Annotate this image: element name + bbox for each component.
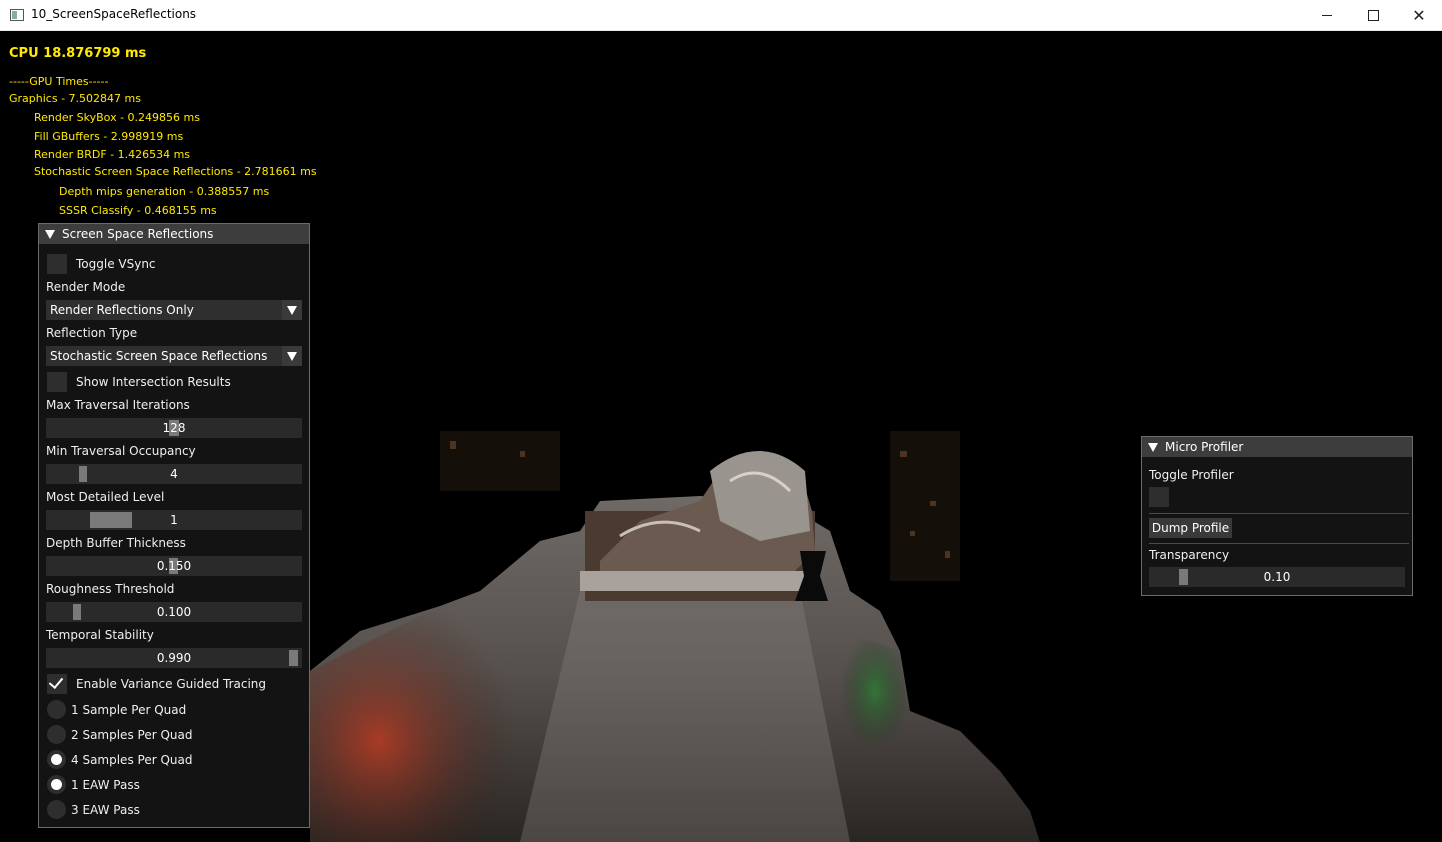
close-button[interactable]: ✕ bbox=[1396, 0, 1442, 31]
variance-guided-checkbox[interactable] bbox=[47, 673, 67, 694]
transparency-slider[interactable]: 0.10 bbox=[1149, 567, 1405, 587]
roughness-threshold-label: Roughness Threshold bbox=[46, 582, 175, 596]
render-viewport[interactable]: CPU 18.876799 ms -----GPU Times----- Gra… bbox=[0, 31, 1442, 842]
max-traversal-value: 128 bbox=[162, 421, 186, 435]
temporal-stability-label: Temporal Stability bbox=[46, 628, 154, 642]
gpu-time-graphics: Graphics - 7.502847 ms bbox=[9, 92, 141, 105]
collapse-triangle-icon bbox=[1148, 442, 1158, 452]
depth-thickness-value: 0.150 bbox=[156, 559, 192, 573]
transparency-label: Transparency bbox=[1149, 548, 1230, 562]
radio-4-samples[interactable] bbox=[47, 750, 66, 769]
toggle-profiler-label: Toggle Profiler bbox=[1149, 468, 1234, 482]
profiler-panel-header[interactable]: Micro Profiler bbox=[1142, 437, 1412, 457]
ssr-panel-title: Screen Space Reflections bbox=[62, 227, 214, 241]
dropdown-arrow-icon[interactable] bbox=[282, 346, 302, 366]
radio-3-eaw-pass[interactable] bbox=[47, 800, 66, 819]
radio-1-eaw-pass[interactable] bbox=[47, 775, 66, 794]
radio-4-samples-label: 4 Samples Per Quad bbox=[71, 753, 193, 767]
micro-profiler-panel: Micro Profiler Toggle Profiler Dump Prof… bbox=[1141, 436, 1413, 596]
profiler-panel-title: Micro Profiler bbox=[1165, 440, 1244, 454]
radio-1-sample-label: 1 Sample Per Quad bbox=[71, 703, 187, 717]
transparency-value: 0.10 bbox=[1263, 570, 1291, 584]
radio-2-samples-label: 2 Samples Per Quad bbox=[71, 728, 193, 742]
reflection-type-label: Reflection Type bbox=[46, 326, 138, 340]
ssr-panel-header[interactable]: Screen Space Reflections bbox=[39, 224, 309, 244]
radio-3-eaw-pass-label: 3 EAW Pass bbox=[71, 803, 140, 817]
toggle-vsync-label: Toggle VSync bbox=[76, 257, 156, 271]
variance-guided-label: Enable Variance Guided Tracing bbox=[76, 677, 267, 691]
depth-thickness-slider[interactable]: 0.150 bbox=[46, 556, 302, 576]
window-title: 10_ScreenSpaceReflections bbox=[31, 7, 197, 21]
gpu-time-gbuffers: Fill GBuffers - 2.998919 ms bbox=[34, 130, 184, 143]
min-occupancy-value: 4 bbox=[170, 467, 178, 481]
gpu-time-sssr-classify: SSSR Classify - 0.468155 ms bbox=[59, 204, 217, 217]
show-intersection-checkbox[interactable] bbox=[47, 372, 67, 392]
separator bbox=[1149, 513, 1409, 514]
toggle-vsync-checkbox[interactable] bbox=[47, 254, 67, 274]
max-traversal-label: Max Traversal Iterations bbox=[46, 398, 190, 412]
show-intersection-label: Show Intersection Results bbox=[76, 375, 231, 389]
min-occupancy-slider[interactable]: 4 bbox=[46, 464, 302, 484]
reflection-type-value: Stochastic Screen Space Reflections bbox=[50, 349, 268, 363]
radio-1-sample[interactable] bbox=[47, 700, 66, 719]
cpu-time-text: CPU 18.876799 ms bbox=[9, 46, 147, 61]
minimize-button[interactable] bbox=[1304, 0, 1350, 31]
separator bbox=[1149, 543, 1409, 544]
gpu-time-sssr: Stochastic Screen Space Reflections - 2.… bbox=[34, 165, 317, 178]
roughness-threshold-value: 0.100 bbox=[156, 605, 192, 619]
detailed-level-label: Most Detailed Level bbox=[46, 490, 165, 504]
collapse-triangle-icon bbox=[45, 229, 55, 239]
maximize-button[interactable] bbox=[1350, 0, 1396, 31]
ssr-settings-panel: Screen Space Reflections Toggle VSync Re… bbox=[38, 223, 310, 828]
gpu-times-header: -----GPU Times----- bbox=[9, 75, 109, 88]
min-occupancy-label: Min Traversal Occupancy bbox=[46, 444, 196, 458]
dump-profile-button[interactable]: Dump Profile bbox=[1149, 518, 1232, 538]
temporal-stability-slider[interactable]: 0.990 bbox=[46, 648, 302, 668]
roughness-threshold-slider[interactable]: 0.100 bbox=[46, 602, 302, 622]
detailed-level-value: 1 bbox=[170, 513, 178, 527]
temporal-stability-value: 0.990 bbox=[156, 651, 192, 665]
reflection-type-dropdown[interactable]: Stochastic Screen Space Reflections bbox=[46, 346, 302, 366]
gpu-time-brdf: Render BRDF - 1.426534 ms bbox=[34, 148, 191, 161]
close-icon: ✕ bbox=[1412, 5, 1426, 25]
checkmark-icon bbox=[48, 673, 64, 690]
depth-thickness-label: Depth Buffer Thickness bbox=[46, 536, 186, 550]
minimize-icon bbox=[1322, 15, 1332, 16]
radio-1-eaw-pass-label: 1 EAW Pass bbox=[71, 778, 140, 792]
gpu-time-depth-mips: Depth mips generation - 0.388557 ms bbox=[59, 185, 270, 198]
app-icon bbox=[10, 9, 24, 21]
render-mode-value: Render Reflections Only bbox=[50, 303, 194, 317]
dropdown-arrow-icon[interactable] bbox=[282, 300, 302, 320]
toggle-profiler-checkbox[interactable] bbox=[1149, 487, 1169, 507]
render-mode-label: Render Mode bbox=[46, 280, 126, 294]
render-mode-dropdown[interactable]: Render Reflections Only bbox=[46, 300, 302, 320]
detailed-level-slider[interactable]: 1 bbox=[46, 510, 302, 530]
gpu-time-skybox: Render SkyBox - 0.249856 ms bbox=[34, 111, 200, 124]
max-traversal-slider[interactable]: 128 bbox=[46, 418, 302, 438]
maximize-icon bbox=[1367, 10, 1379, 21]
window-titlebar: 10_ScreenSpaceReflections ✕ bbox=[0, 0, 1442, 31]
radio-2-samples[interactable] bbox=[47, 725, 66, 744]
